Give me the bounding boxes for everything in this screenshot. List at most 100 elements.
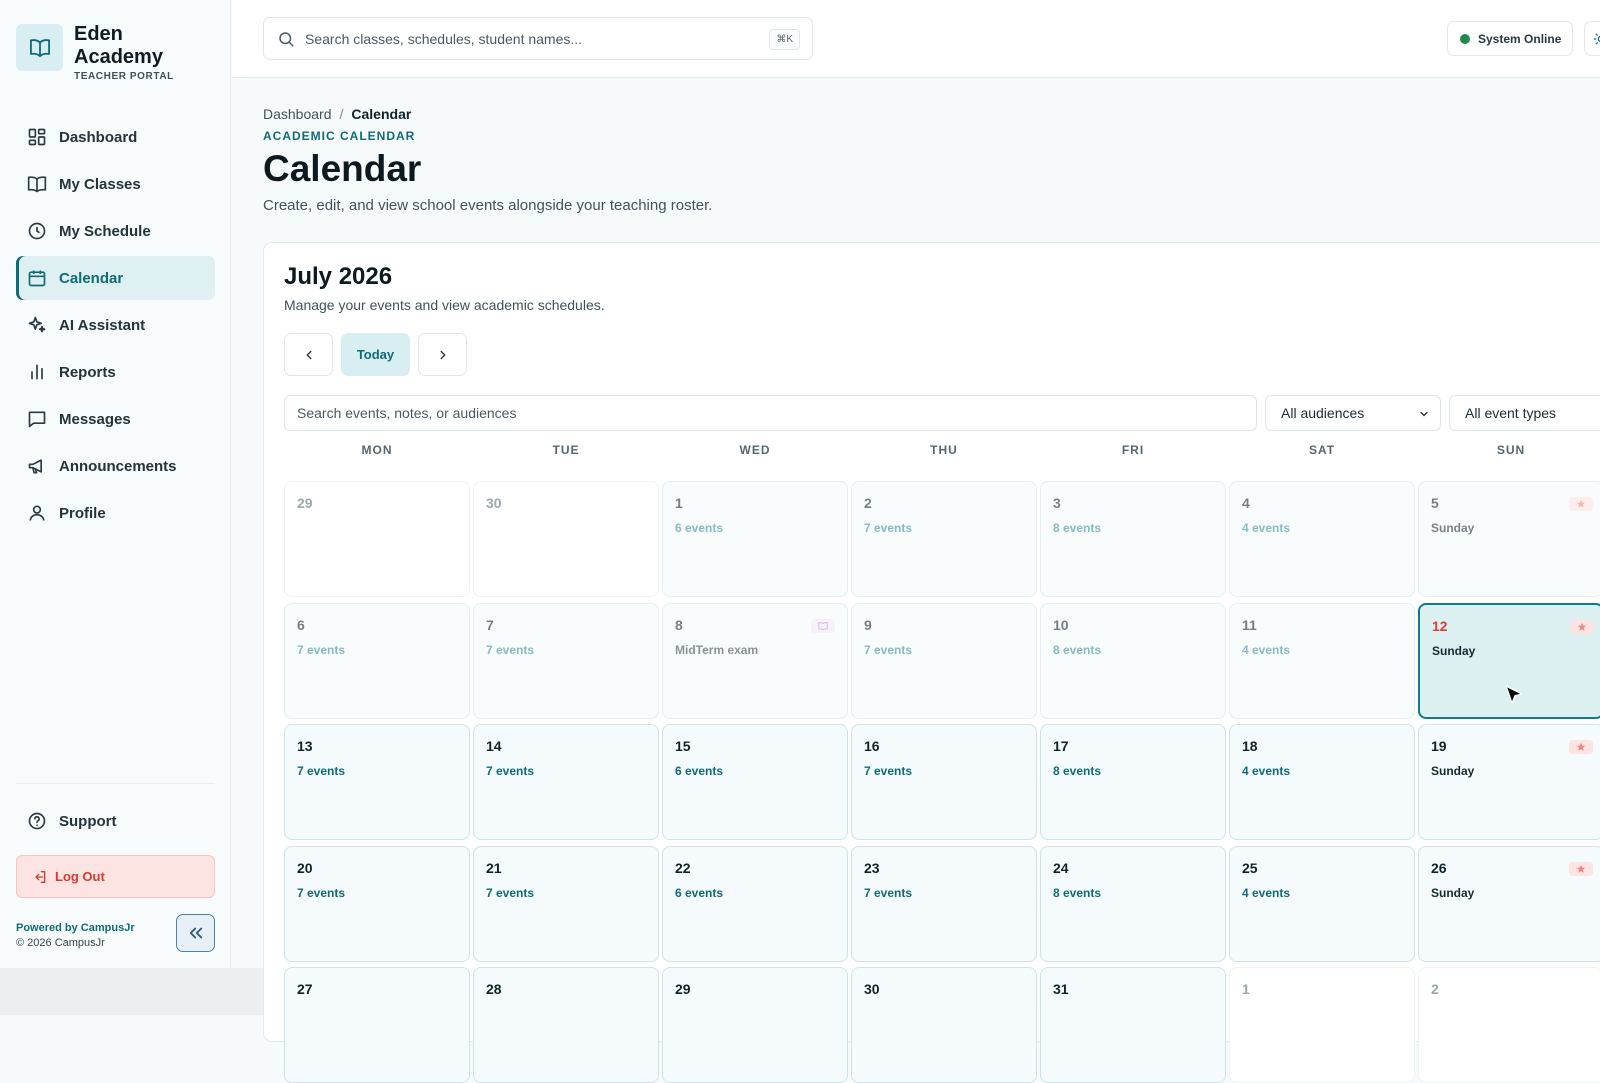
day-event-summary: 6 events <box>675 521 724 535</box>
calendar-day-cell[interactable]: 29 <box>662 967 848 1083</box>
calendar-day-cell[interactable]: 29 <box>284 481 470 597</box>
event-search-input[interactable]: Search events, notes, or audiences <box>284 395 1257 431</box>
calendar-day-cell[interactable]: 2 7 events <box>851 481 1037 597</box>
sidebar-item-calendar[interactable]: Calendar <box>16 256 215 300</box>
day-number: 20 <box>297 860 313 876</box>
calendar-day-cell[interactable]: 31 <box>1040 967 1226 1083</box>
sidebar-item-dashboard[interactable]: Dashboard <box>16 115 215 159</box>
month-subtitle: Manage your events and view academic sch… <box>284 297 605 313</box>
day-number: 22 <box>675 860 691 876</box>
powered-by[interactable]: Powered by CampusJr <box>16 922 135 934</box>
day-event-summary: Sunday <box>1431 764 1475 778</box>
weekday-fri: FRI <box>1121 443 1145 457</box>
day-event-summary: 8 events <box>1053 643 1102 657</box>
calendar-day-cell[interactable]: 15 6 events <box>662 724 848 840</box>
holiday-star-icon <box>1569 740 1593 754</box>
sidebar-divider <box>16 783 215 784</box>
support-label: Support <box>59 812 117 830</box>
calendar-day-cell[interactable]: 8 MidTerm exam <box>662 603 848 719</box>
calendar-day-cell[interactable]: 9 7 events <box>851 603 1037 719</box>
audience-filter-select[interactable]: All audiences <box>1265 395 1441 431</box>
calendar-day-cell[interactable]: 16 7 events <box>851 724 1037 840</box>
calendar-day-cell[interactable]: 5 Sunday <box>1418 481 1600 597</box>
sidebar-item-my-classes[interactable]: My Classes <box>16 162 215 206</box>
holiday-star-icon <box>1569 862 1593 876</box>
bar-chart-icon <box>27 362 47 382</box>
calendar-day-cell[interactable]: 30 <box>473 481 659 597</box>
calendar-day-cell[interactable]: 7 7 events <box>473 603 659 719</box>
sidebar-item-announcements[interactable]: Announcements <box>16 444 215 488</box>
collapse-sidebar-button[interactable] <box>176 914 215 952</box>
calendar-day-cell[interactable]: 11 4 events <box>1229 603 1415 719</box>
day-event-summary: 4 events <box>1242 643 1291 657</box>
sidebar-item-label: Messages <box>59 410 131 428</box>
status-label: System Online <box>1478 31 1562 46</box>
calendar-day-cell[interactable]: 2 <box>1418 967 1600 1083</box>
calendar-day-cell[interactable]: 26 Sunday <box>1418 846 1600 962</box>
calendar-day-cell[interactable]: 23 7 events <box>851 846 1037 962</box>
calendar-day-cell[interactable]: 17 8 events <box>1040 724 1226 840</box>
sun-icon <box>1593 31 1600 47</box>
brand[interactable]: Eden Academy TEACHER PORTAL <box>16 23 174 82</box>
day-event-summary: 7 events <box>486 643 535 657</box>
day-number: 11 <box>1242 617 1257 633</box>
sidebar-item-my-schedule[interactable]: My Schedule <box>16 209 215 253</box>
calendar-day-cell[interactable]: 14 7 events <box>473 724 659 840</box>
day-number: 4 <box>1242 495 1250 511</box>
sidebar-item-reports[interactable]: Reports <box>16 350 215 394</box>
global-search-input[interactable]: Search classes, schedules, student names… <box>263 17 813 60</box>
calendar-day-cell[interactable]: 1 6 events <box>662 481 848 597</box>
calendar-day-cell[interactable]: 19 Sunday <box>1418 724 1600 840</box>
weekday-wed: WED <box>739 443 771 457</box>
sidebar-item-ai-assistant[interactable]: AI Assistant <box>16 303 215 347</box>
day-event-summary: 7 events <box>864 764 913 778</box>
sidebar-item-profile[interactable]: Profile <box>16 491 215 535</box>
calendar-day-cell[interactable]: 30 <box>851 967 1037 1083</box>
day-event-summary: Sunday <box>1431 886 1475 900</box>
calendar-day-cell[interactable]: 20 7 events <box>284 846 470 962</box>
weekday-sun: SUN <box>1496 443 1526 457</box>
breadcrumb-dashboard[interactable]: Dashboard <box>263 106 332 122</box>
sidebar-item-label: Profile <box>59 504 106 522</box>
next-month-button[interactable] <box>418 333 467 376</box>
calendar-day-cell[interactable]: 25 4 events <box>1229 846 1415 962</box>
calendar-day-cell[interactable]: 18 4 events <box>1229 724 1415 840</box>
support-link[interactable]: Support <box>16 799 215 843</box>
shortcut-badge: ⌘K <box>769 29 800 50</box>
day-event-summary: 4 events <box>1242 521 1291 535</box>
status-dot <box>1460 33 1470 44</box>
calendar-day-cell[interactable]: 27 <box>284 967 470 1083</box>
grid-icon <box>27 127 47 147</box>
mouse-cursor <box>1503 684 1525 706</box>
calendar-day-cell[interactable]: 13 7 events <box>284 724 470 840</box>
event-type-filter-value: All event types <box>1465 405 1557 421</box>
day-event-summary: 7 events <box>486 764 535 778</box>
logout-button[interactable]: Log Out <box>16 855 215 898</box>
event-type-filter-select[interactable]: All event types <box>1449 395 1600 431</box>
sidebar-item-label: My Classes <box>59 175 141 193</box>
today-button[interactable]: Today <box>341 333 410 376</box>
day-event-summary: MidTerm exam <box>675 643 759 657</box>
day-number: 30 <box>864 981 880 997</box>
calendar-day-cell[interactable]: 21 7 events <box>473 846 659 962</box>
logout-icon <box>32 869 48 885</box>
calendar-day-cell[interactable]: 22 6 events <box>662 846 848 962</box>
day-event-summary: Sunday <box>1432 644 1476 658</box>
exam-book-icon <box>811 619 835 633</box>
calendar-day-cell[interactable]: 10 8 events <box>1040 603 1226 719</box>
calendar-day-cell[interactable]: 6 7 events <box>284 603 470 719</box>
brand-name-line1: Eden <box>74 23 123 45</box>
day-number: 5 <box>1431 495 1439 511</box>
chevron-left-icon <box>302 348 316 362</box>
calendar-day-cell[interactable]: 1 <box>1229 967 1415 1083</box>
holiday-star-icon <box>1570 620 1594 634</box>
previous-month-button[interactable] <box>284 333 333 376</box>
calendar-day-cell[interactable]: 28 <box>473 967 659 1083</box>
sidebar-item-messages[interactable]: Messages <box>16 397 215 441</box>
calendar-day-cell[interactable]: 3 8 events <box>1040 481 1226 597</box>
day-number: 25 <box>1242 860 1258 876</box>
theme-toggle-button[interactable] <box>1584 21 1600 56</box>
calendar-day-cell[interactable]: 4 4 events <box>1229 481 1415 597</box>
breadcrumb-current: Calendar <box>351 106 412 122</box>
calendar-day-cell[interactable]: 24 8 events <box>1040 846 1226 962</box>
